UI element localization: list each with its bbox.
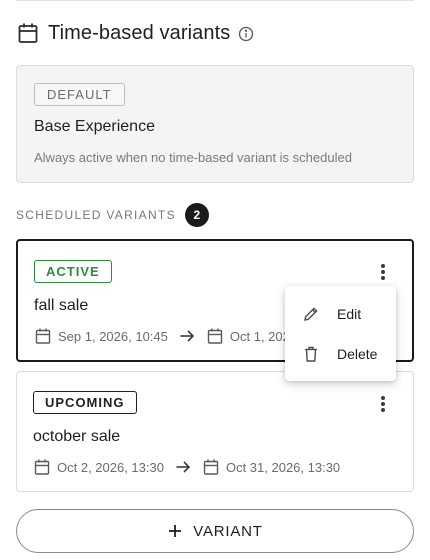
start-date: Sep 1, 2026, 10:45 — [58, 328, 168, 344]
calendar-icon — [18, 23, 38, 43]
variant-name: october sale — [33, 428, 121, 445]
menu-item-label: Delete — [337, 346, 378, 362]
date-range: Oct 2, 2026, 13:30 Oct 31, 2026, 13:30 — [33, 458, 340, 476]
info-icon[interactable] — [238, 26, 254, 42]
section-header: Time-based variants — [16, 20, 254, 46]
status-badge: UPCOMING — [33, 391, 137, 414]
calendar-icon — [203, 459, 219, 475]
count-badge: 2 — [184, 203, 209, 227]
menu-item-delete[interactable]: Delete — [285, 334, 396, 374]
calendar-icon — [35, 328, 51, 344]
more-options-icon[interactable] — [374, 263, 392, 281]
menu-item-label: Edit — [337, 306, 362, 322]
variant-card-upcoming[interactable]: UPCOMING october sale Oct 2, 2026, 13:30… — [16, 371, 414, 492]
variant-name: fall sale — [34, 297, 89, 314]
default-chip: DEFAULT — [34, 83, 125, 106]
status-badge: ACTIVE — [34, 260, 112, 283]
default-variant-description: Always active when no time-based variant… — [34, 150, 352, 165]
pencil-icon — [304, 307, 318, 321]
end-date: Oct 31, 2026, 13:30 — [225, 459, 341, 475]
scheduled-label-text: SCHEDULED VARIANTS — [16, 208, 176, 222]
start-date: Oct 2, 2026, 13:30 — [57, 459, 164, 475]
calendar-icon — [207, 328, 223, 344]
default-variant-card: DEFAULT Base Experience Always active wh… — [16, 65, 414, 183]
page-title: Time-based variants — [48, 21, 231, 44]
plus-icon — [169, 525, 182, 537]
calendar-icon — [34, 459, 50, 475]
trash-icon — [305, 346, 317, 362]
top-divider — [16, 0, 414, 1]
arrow-right-icon — [180, 330, 195, 342]
more-options-icon[interactable] — [374, 395, 392, 413]
add-variant-label: VARIANT — [193, 522, 263, 540]
default-variant-title: Base Experience — [34, 118, 155, 135]
arrow-right-icon — [176, 461, 191, 473]
menu-item-edit[interactable]: Edit — [285, 294, 396, 334]
add-variant-button[interactable]: VARIANT — [16, 509, 414, 553]
context-menu: Edit Delete — [285, 286, 396, 381]
scheduled-variants-label: SCHEDULED VARIANTS 2 — [16, 203, 209, 227]
